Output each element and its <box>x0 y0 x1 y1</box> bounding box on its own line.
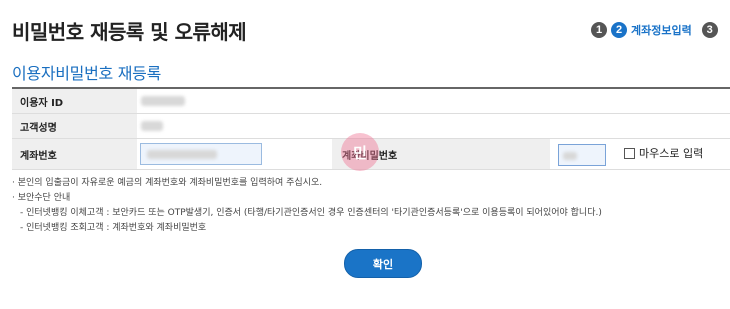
masked-password <box>563 152 577 160</box>
overlay-stamp: 민 <box>341 133 379 171</box>
account-password-input[interactable] <box>558 144 606 166</box>
customer-name-value <box>137 114 730 138</box>
note-item: - 인터넷뱅킹 이체고객 : 보안카드 또는 OTP발생기, 인증서 (타행/타… <box>20 208 602 218</box>
user-id-row: 이용자 ID <box>12 89 730 114</box>
masked-customer-name <box>141 121 163 131</box>
account-number-input[interactable] <box>140 143 262 165</box>
guide-notes: · 본인의 입출금이 자유로운 예금의 계좌번호와 계좌비밀번호를 입력하여 주… <box>12 176 602 236</box>
account-number-label: 계좌번호 <box>12 139 137 169</box>
confirm-button[interactable]: 확인 <box>344 249 422 278</box>
step-2-badge: 2 <box>611 22 627 38</box>
masked-account-number <box>147 150 217 159</box>
section-title: 이용자비밀번호 재등록 <box>12 64 161 83</box>
note-item: · 본인의 입출금이 자유로운 예금의 계좌번호와 계좌비밀번호를 입력하여 주… <box>12 178 323 188</box>
masked-user-id <box>141 96 185 106</box>
user-id-value <box>137 89 730 113</box>
step-1-badge: 1 <box>591 22 607 38</box>
mouse-input-checkbox[interactable] <box>624 147 635 159</box>
customer-name-label: 고객성명 <box>12 114 137 138</box>
step-indicator: 1 2 계좌정보입력 3 <box>591 22 718 38</box>
mouse-input-option[interactable]: 마우스로 입력 <box>624 145 703 161</box>
step-2-label: 계좌정보입력 <box>631 24 692 37</box>
step-3-badge: 3 <box>701 22 718 38</box>
page-title: 비밀번호 재등록 및 오류해제 <box>12 20 247 44</box>
customer-name-row: 고객성명 <box>12 114 730 139</box>
note-item: - 인터넷뱅킹 조회고객 : 계좌번호와 계좌비밀번호 <box>20 223 207 233</box>
user-id-label: 이용자 ID <box>12 89 137 113</box>
mouse-input-label: 마우스로 입력 <box>639 147 704 160</box>
note-item: · 보안수단 안내 <box>12 193 71 203</box>
